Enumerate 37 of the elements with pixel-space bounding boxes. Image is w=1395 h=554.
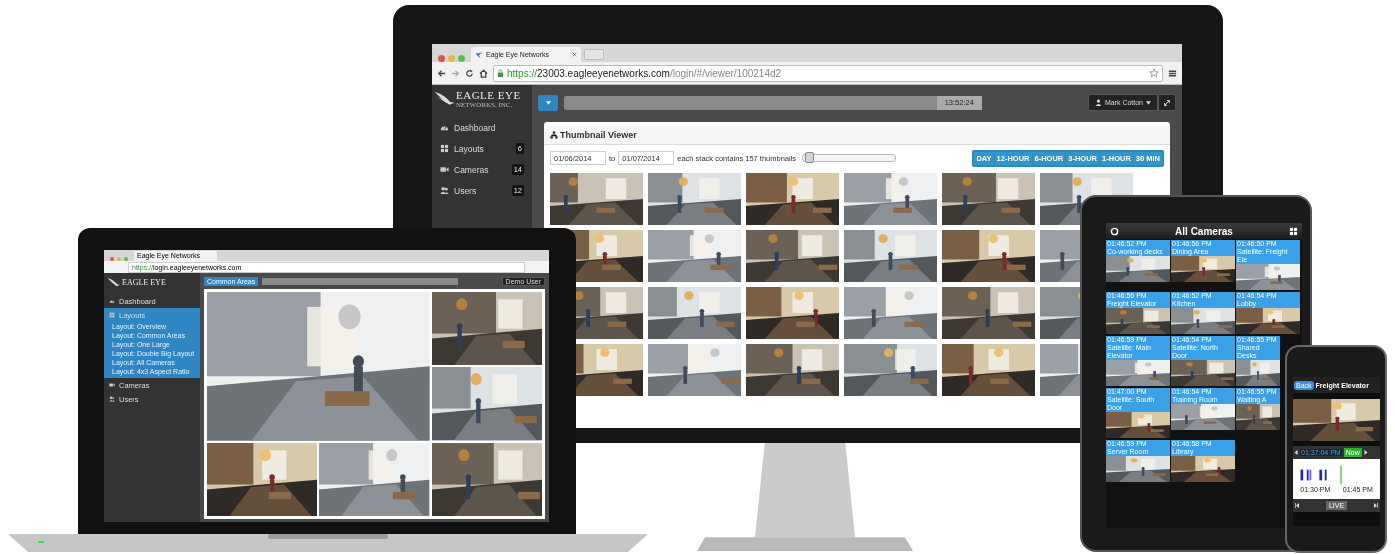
close-button[interactable] — [438, 55, 445, 62]
users-icon — [109, 396, 115, 402]
grid-icon — [440, 144, 449, 153]
caret-icon — [545, 100, 551, 105]
skip-back-icon[interactable] — [1295, 502, 1299, 509]
caret-icon — [1146, 100, 1151, 105]
hierarchy-icon — [550, 131, 558, 139]
eagle-logo-icon — [107, 277, 121, 288]
slider-thumb[interactable] — [804, 152, 814, 163]
back-icon[interactable] — [437, 68, 446, 78]
eagle-icon — [475, 50, 483, 59]
user-icon — [1094, 99, 1102, 106]
dropdown-button[interactable] — [538, 94, 558, 111]
dashboard-icon — [109, 298, 115, 304]
reload-icon[interactable] — [465, 68, 474, 78]
expand-icon — [1163, 98, 1171, 107]
address-bar[interactable]: https://23003.eagleeyenetworks.com/login/#/viewer/100214d2 — [493, 64, 1163, 82]
fullscreen-button[interactable] — [1158, 94, 1176, 111]
logo-text: EAGLE EYE — [456, 89, 521, 101]
star-icon[interactable] — [1149, 68, 1159, 78]
logo-text: EAGLE EYE — [122, 278, 166, 287]
grid-view-icon[interactable] — [1289, 226, 1298, 236]
video-camera-icon — [440, 165, 449, 174]
video-camera-icon — [109, 382, 115, 388]
timeline-bar[interactable] — [262, 277, 458, 285]
lock-icon — [497, 68, 504, 78]
previous-icon[interactable] — [1294, 449, 1298, 456]
sidebar-item[interactable]: Dashboard — [432, 117, 532, 138]
home-icon[interactable] — [479, 68, 488, 78]
close-icon[interactable] — [572, 52, 577, 57]
skip-forward-icon[interactable] — [1374, 502, 1378, 509]
grid-icon — [109, 312, 115, 318]
screen-title: All Cameras — [1175, 225, 1233, 237]
panel-title: Thumbnail Viewer — [560, 130, 637, 140]
event-timeline-drawing — [1300, 465, 1342, 484]
users-icon — [440, 186, 449, 195]
menu-icon[interactable] — [1168, 68, 1177, 78]
